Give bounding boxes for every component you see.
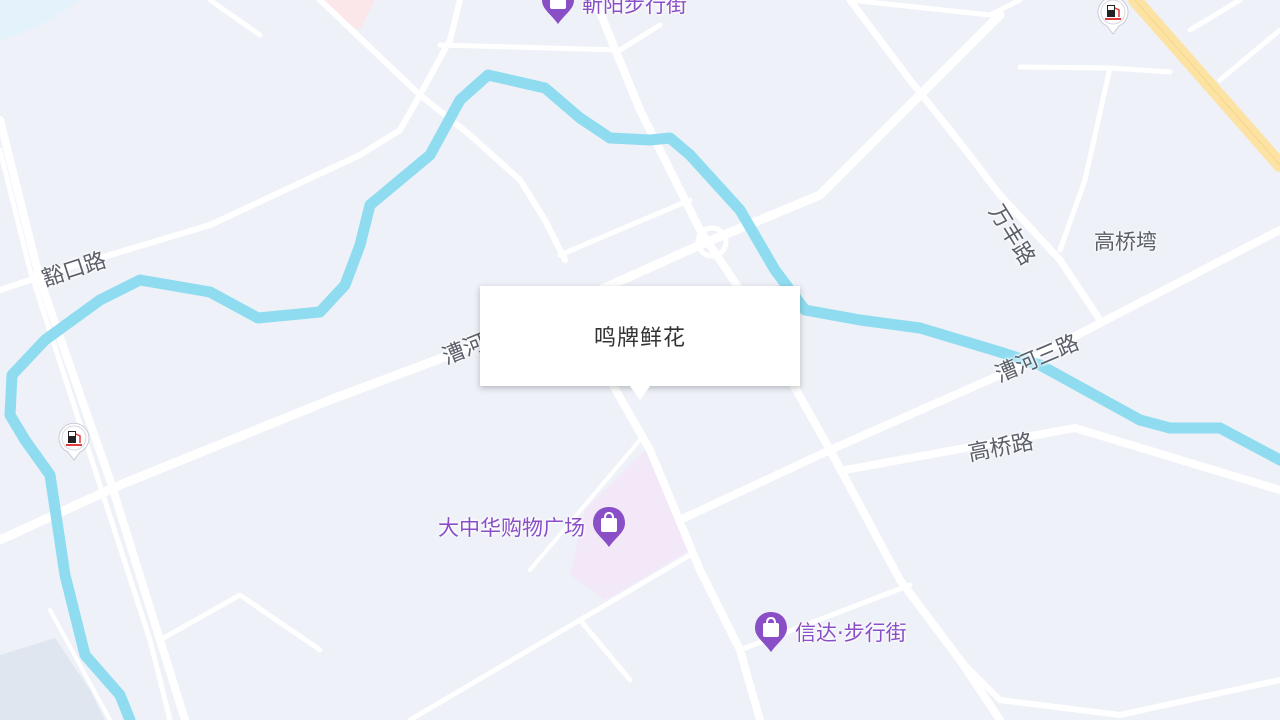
poi-label: 大中华购物广场	[438, 516, 585, 540]
poi-xinda-walking-street[interactable]: 信达·步行街	[753, 610, 907, 654]
shopping-bag-icon	[755, 612, 787, 652]
gas-station-icon[interactable]	[57, 420, 91, 462]
map-canvas[interactable]: 豁口路 漕河 万丰路 漕河三路 高桥路 高桥塆 靳阳步行街 大中华购物广场 信达…	[0, 0, 1280, 720]
location-popup[interactable]: 鸣牌鲜花	[480, 286, 800, 400]
poi-dazhonghua-mall[interactable]: 大中华购物广场	[438, 505, 627, 549]
poi-label: 靳阳步行街	[582, 0, 687, 17]
popup-title: 鸣牌鲜花	[593, 326, 686, 351]
area-label-gaoqiaowan: 高桥塆	[1094, 230, 1157, 254]
shopping-bag-icon	[593, 507, 625, 547]
gas-station-icon[interactable]	[1096, 0, 1130, 36]
shopping-bag-icon	[542, 0, 574, 24]
poi-label: 信达·步行街	[795, 621, 907, 645]
poi-jinyang-walking-street[interactable]: 靳阳步行街	[540, 0, 687, 26]
